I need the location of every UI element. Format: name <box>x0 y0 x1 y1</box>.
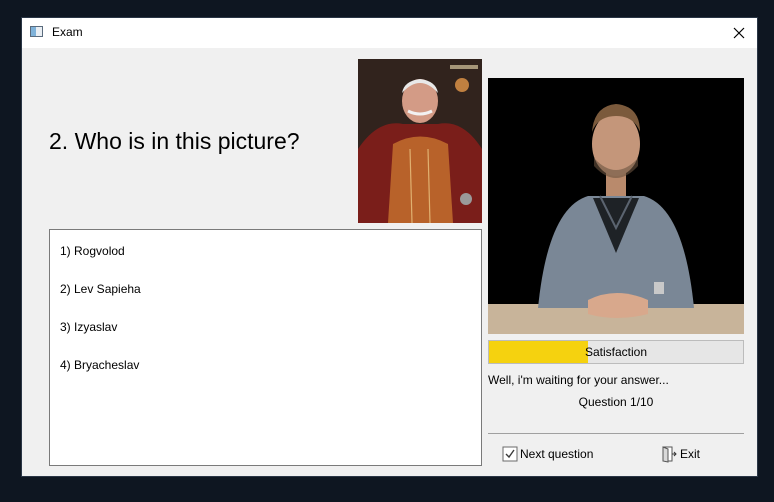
next-question-button[interactable]: Next question <box>502 444 593 464</box>
exit-button[interactable]: Exit <box>660 444 700 464</box>
examiner-message: Well, i'm waiting for your answer... <box>488 373 669 387</box>
question-counter: Question 1/10 <box>578 395 654 409</box>
next-question-label: Next question <box>520 447 594 461</box>
close-button[interactable] <box>721 18 757 48</box>
satisfaction-label: Satisfaction <box>584 345 648 359</box>
question-portrait-image <box>358 59 482 223</box>
divider <box>488 433 744 434</box>
app-window-icon <box>30 26 43 37</box>
answers-list: 1) Rogvolod 2) Lev Sapieha 3) Izyaslav 4… <box>49 229 482 466</box>
answer-option-2[interactable]: 2) Lev Sapieha <box>60 282 141 296</box>
window-title: Exam <box>52 25 83 39</box>
exit-label: Exit <box>680 447 701 461</box>
checkbox-check-icon <box>502 446 518 462</box>
close-icon <box>733 27 745 39</box>
door-exit-icon <box>662 446 677 463</box>
satisfaction-bar: Satisfaction <box>488 340 744 364</box>
title-bar: Exam <box>22 18 757 48</box>
question-text: 2. Who is in this picture? <box>49 128 300 154</box>
answer-option-3[interactable]: 3) Izyaslav <box>60 320 117 334</box>
exam-window: Exam 2. Who is in this picture? 1) Rogvo… <box>22 18 757 476</box>
examiner-avatar <box>488 78 744 334</box>
answer-option-4[interactable]: 4) Bryacheslav <box>60 358 139 372</box>
answer-option-1[interactable]: 1) Rogvolod <box>60 244 125 258</box>
